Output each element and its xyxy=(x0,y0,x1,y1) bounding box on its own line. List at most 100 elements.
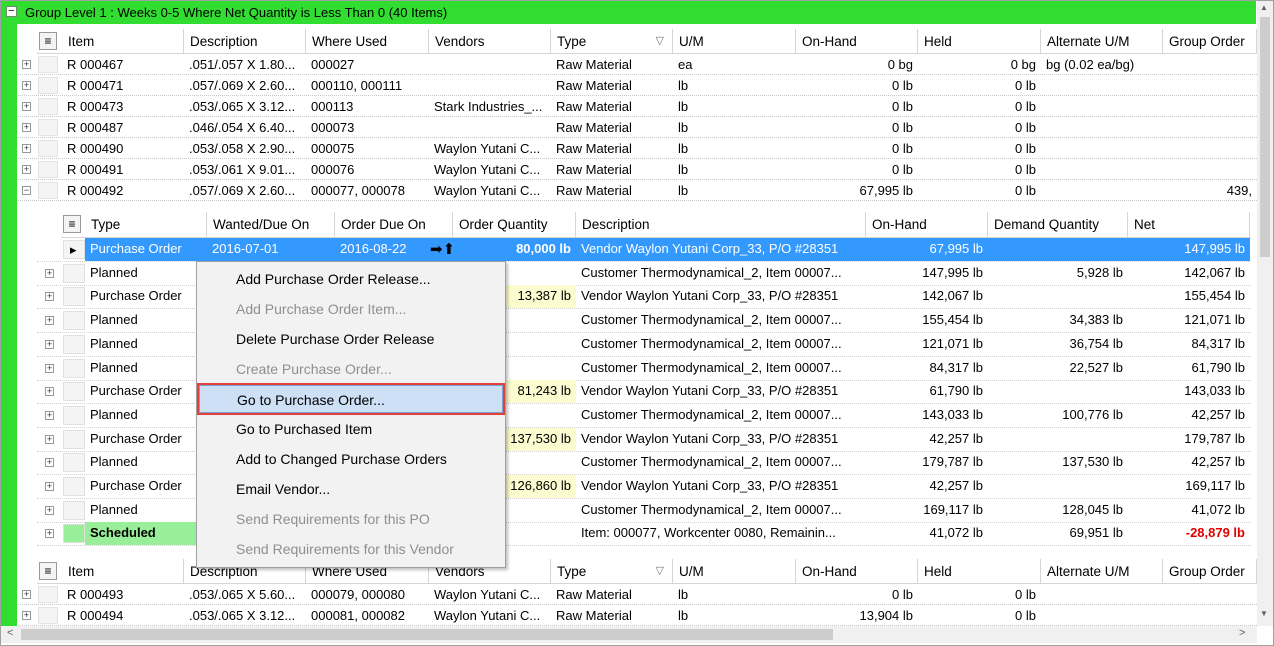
row-expand-icon[interactable]: + xyxy=(45,268,54,278)
item-row[interactable]: + R 000490 .053/.058 X 2.90... 000075 Waylon… xyxy=(18,138,1257,159)
move-arrows-icon[interactable]: ➡⬆ xyxy=(430,240,455,258)
row-selector[interactable] xyxy=(63,358,85,378)
item-row[interactable]: + R 000494 .053/.065 X 3.12... 000081, 0000… xyxy=(18,605,1257,626)
column-chooser-icon[interactable]: ≡ xyxy=(39,562,57,580)
scroll-left-icon[interactable]: < xyxy=(7,627,13,639)
row-selector[interactable] xyxy=(63,524,85,544)
items-bottom-header-type[interactable]: Type ▽ xyxy=(551,559,673,583)
row-selector[interactable] xyxy=(38,161,58,178)
row-selector[interactable] xyxy=(63,382,85,402)
row-collapse-icon[interactable]: − xyxy=(22,186,31,195)
row-expand-icon[interactable]: + xyxy=(45,387,54,397)
row-selector[interactable] xyxy=(63,405,85,425)
scroll-right-icon[interactable]: > xyxy=(1239,627,1245,639)
row-selector[interactable] xyxy=(38,119,58,136)
items-bottom-header-u-m[interactable]: U/M xyxy=(673,559,796,583)
items-header-vendors[interactable]: Vendors xyxy=(429,29,551,53)
horizontal-scrollbar[interactable]: < > xyxy=(1,626,1257,643)
items-bottom-header-alternate-u-m[interactable]: Alternate U/M xyxy=(1041,559,1163,583)
row-selector[interactable] xyxy=(38,140,58,157)
row-expand-icon[interactable]: + xyxy=(45,458,54,468)
row-expand-icon[interactable]: + xyxy=(22,611,31,620)
item-row[interactable]: + R 000467 .051/.057 X 1.80... 000027 Raw Ma… xyxy=(18,54,1257,75)
row-expand-icon[interactable]: + xyxy=(22,102,31,111)
item-row[interactable]: + R 000473 .053/.065 X 3.12... 000113 Stark … xyxy=(18,96,1257,117)
detail-header-net[interactable]: Net xyxy=(1128,212,1250,237)
items-header-u-m[interactable]: U/M xyxy=(673,29,796,53)
item-row[interactable]: + R 000491 .053/.061 X 9.01... 000076 Waylon… xyxy=(18,159,1257,180)
row-expand-icon[interactable]: + xyxy=(22,123,31,132)
menu-item-send-requirements-for-this-vendor[interactable]: Send Requirements for this Vendor xyxy=(199,535,503,563)
vertical-scrollbar[interactable]: ▲ ▼ xyxy=(1257,1,1273,626)
item-row[interactable]: − R 000492 .057/.069 X 2.60... 000077, 0000… xyxy=(18,180,1257,201)
row-expand-icon[interactable]: + xyxy=(45,434,54,444)
menu-item-email-vendor[interactable]: Email Vendor... xyxy=(199,475,503,503)
row-selector[interactable] xyxy=(63,287,85,307)
items-header-on-hand[interactable]: On-Hand xyxy=(796,29,918,53)
detail-header-on-hand[interactable]: On-Hand xyxy=(866,212,988,237)
row-selector[interactable] xyxy=(38,56,58,73)
menu-item-add-purchase-order-item[interactable]: Add Purchase Order Item... xyxy=(199,295,503,323)
items-bottom-header-on-hand[interactable]: On-Hand xyxy=(796,559,918,583)
items-header-item[interactable]: Item xyxy=(62,29,184,53)
row-selector[interactable] xyxy=(38,98,58,115)
row-selector[interactable] xyxy=(63,311,85,331)
detail-header-wanted-due-on[interactable]: Wanted/Due On xyxy=(207,212,335,237)
items-header-type[interactable]: Type ▽ xyxy=(551,29,673,53)
items-header-where-used[interactable]: Where Used xyxy=(306,29,429,53)
row-selector[interactable] xyxy=(38,77,58,94)
row-selector[interactable]: ▸ xyxy=(63,240,85,259)
detail-header-order-due-on[interactable]: Order Due On xyxy=(335,212,453,237)
item-row[interactable]: + R 000493 .053/.065 X 5.60... 000079, 0000… xyxy=(18,584,1257,605)
items-bottom-header-group-order[interactable]: Group Order xyxy=(1163,559,1257,583)
menu-item-add-to-changed-purchase-orders[interactable]: Add to Changed Purchase Orders xyxy=(199,445,503,473)
item-row[interactable]: + R 000471 .057/.069 X 2.60... 000110, 0001… xyxy=(18,75,1257,96)
row-expand-icon[interactable]: + xyxy=(45,316,54,326)
items-header-description[interactable]: Description xyxy=(184,29,306,53)
column-chooser-icon[interactable]: ≡ xyxy=(39,32,57,50)
items-header-group-order[interactable]: Group Order xyxy=(1163,29,1257,53)
row-expand-icon[interactable]: + xyxy=(45,410,54,420)
detail-row[interactable]: ▸ Purchase Order 2016-07-01 2016-08-22 80,00… xyxy=(37,238,1251,262)
row-selector[interactable] xyxy=(38,607,58,624)
row-selector[interactable] xyxy=(63,263,85,283)
item-row[interactable]: + R 000487 .046/.054 X 6.40... 000073 Raw Ma… xyxy=(18,117,1257,138)
menu-item-send-requirements-for-this-po[interactable]: Send Requirements for this PO xyxy=(199,505,503,533)
row-expand-icon[interactable]: + xyxy=(45,505,54,515)
detail-header-type[interactable]: Type xyxy=(85,212,207,237)
menu-item-add-purchase-order-release[interactable]: Add Purchase Order Release... xyxy=(199,265,503,293)
menu-item-delete-purchase-order-release[interactable]: Delete Purchase Order Release xyxy=(199,325,503,353)
row-expand-icon[interactable]: + xyxy=(45,363,54,373)
row-expand-icon[interactable]: + xyxy=(22,590,31,599)
items-bottom-header-item[interactable]: Item xyxy=(62,559,184,583)
detail-header-demand-quantity[interactable]: Demand Quantity xyxy=(988,212,1128,237)
menu-item-create-purchase-order[interactable]: Create Purchase Order... xyxy=(199,355,503,383)
row-selector[interactable] xyxy=(63,477,85,496)
vertical-scroll-thumb[interactable] xyxy=(1260,17,1270,257)
items-header-held[interactable]: Held xyxy=(918,29,1041,53)
row-expand-icon[interactable]: + xyxy=(45,339,54,349)
row-expand-icon[interactable]: + xyxy=(45,292,54,302)
row-expand-icon[interactable]: + xyxy=(22,81,31,90)
row-expand-icon[interactable]: + xyxy=(22,144,31,153)
detail-header-order-quantity[interactable]: Order Quantity xyxy=(453,212,576,237)
items-header-alternate-u-m[interactable]: Alternate U/M xyxy=(1041,29,1163,53)
row-expand-icon[interactable]: + xyxy=(22,60,31,69)
column-chooser-icon[interactable]: ≡ xyxy=(63,215,81,233)
scroll-down-icon[interactable]: ▼ xyxy=(1260,609,1268,618)
row-expand-icon[interactable]: + xyxy=(45,529,54,539)
items-bottom-header-held[interactable]: Held xyxy=(918,559,1041,583)
row-selector[interactable] xyxy=(63,500,85,520)
menu-item-go-to-purchased-item[interactable]: Go to Purchased Item xyxy=(199,415,503,443)
menu-item-go-to-purchase-order[interactable]: Go to Purchase Order... xyxy=(197,383,505,415)
row-selector[interactable] xyxy=(38,586,58,603)
row-selector[interactable] xyxy=(63,429,85,449)
group-header-bar[interactable]: − Group Level 1 : Weeks 0-5 Where Net Qu… xyxy=(1,1,1256,24)
row-selector[interactable] xyxy=(63,453,85,473)
horizontal-scroll-thumb[interactable] xyxy=(21,629,833,640)
scroll-up-icon[interactable]: ▲ xyxy=(1260,3,1268,12)
row-expand-icon[interactable]: + xyxy=(45,482,54,491)
row-selector[interactable] xyxy=(38,182,58,199)
group-collapse-icon[interactable]: − xyxy=(6,6,17,17)
row-expand-icon[interactable]: + xyxy=(22,165,31,174)
